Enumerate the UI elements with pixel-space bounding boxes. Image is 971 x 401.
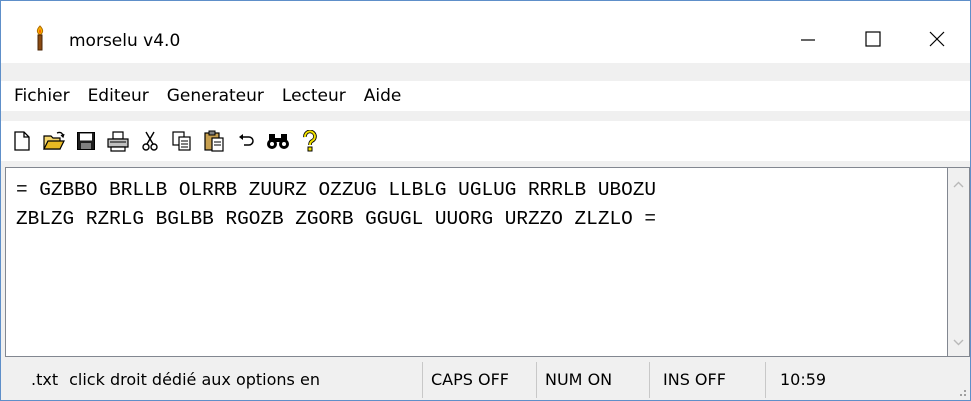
status-file-type: .txt xyxy=(31,370,59,389)
find-button[interactable] xyxy=(263,126,293,156)
status-time: 10:59 xyxy=(780,370,827,389)
scroll-down-button[interactable] xyxy=(948,332,969,352)
new-file-icon xyxy=(14,131,30,151)
title-bar[interactable]: morselu v4.0 xyxy=(1,1,970,63)
torch-icon xyxy=(29,25,51,51)
resize-grip-icon[interactable] xyxy=(957,387,967,397)
copy-button[interactable] xyxy=(167,126,197,156)
close-icon xyxy=(929,31,945,47)
undo-icon xyxy=(239,134,254,146)
open-folder-icon xyxy=(43,131,65,150)
minimize-button[interactable] xyxy=(776,15,840,63)
maximize-icon xyxy=(865,31,881,47)
menu-fichier[interactable]: Fichier xyxy=(5,81,79,111)
chevron-up-icon xyxy=(953,181,964,187)
binoculars-icon xyxy=(267,134,289,149)
menu-editeur[interactable]: Editeur xyxy=(79,81,158,111)
copy-icon xyxy=(172,131,191,151)
print-icon xyxy=(107,131,129,152)
undo-button[interactable] xyxy=(231,126,261,156)
menu-bar: Fichier Editeur Generateur Lecteur Aide xyxy=(1,81,970,111)
minimize-icon xyxy=(801,39,815,41)
chevron-down-icon xyxy=(953,339,964,345)
cut-button[interactable] xyxy=(135,126,165,156)
help-icon xyxy=(303,130,317,152)
paste-icon xyxy=(204,130,224,152)
save-icon xyxy=(77,132,95,150)
print-button[interactable] xyxy=(103,126,133,156)
new-button[interactable] xyxy=(7,126,37,156)
open-button[interactable] xyxy=(39,126,69,156)
status-num: NUM ON xyxy=(537,361,650,398)
scroll-up-button[interactable] xyxy=(948,174,969,194)
editor-content: = GZBBO BRLLB OLRRB ZUURZ OZZUG LLBLG UG… xyxy=(16,176,656,234)
paste-button[interactable] xyxy=(199,126,229,156)
status-caps: CAPS OFF xyxy=(423,361,537,398)
status-ins: INS OFF xyxy=(650,361,766,398)
status-bar: .txt click droit dédié aux options en CA… xyxy=(1,359,970,400)
menu-lecteur[interactable]: Lecteur xyxy=(273,81,355,111)
save-button[interactable] xyxy=(71,126,101,156)
status-message: click droit dédié aux options en xyxy=(69,370,320,389)
editor-line: = GZBBO BRLLB OLRRB ZUURZ OZZUG LLBLG UG… xyxy=(16,179,656,201)
vertical-scrollbar[interactable] xyxy=(948,167,970,357)
menu-generateur[interactable]: Generateur xyxy=(158,81,273,111)
toolbar xyxy=(1,121,970,161)
maximize-button[interactable] xyxy=(841,15,905,63)
status-message-panel: .txt click droit dédié aux options en xyxy=(1,361,423,398)
window-title: morselu v4.0 xyxy=(69,31,181,51)
help-button[interactable] xyxy=(295,126,325,156)
menu-aide[interactable]: Aide xyxy=(355,81,411,111)
text-editor[interactable]: = GZBBO BRLLB OLRRB ZUURZ OZZUG LLBLG UG… xyxy=(5,167,948,357)
editor-line: ZBLZG RZRLG BGLBB RGOZB ZGORB GGUGL UUOR… xyxy=(16,208,656,230)
close-button[interactable] xyxy=(905,15,969,63)
main-window: morselu v4.0 Fichier Editeur Generateur … xyxy=(0,0,971,401)
cut-icon xyxy=(142,131,158,151)
